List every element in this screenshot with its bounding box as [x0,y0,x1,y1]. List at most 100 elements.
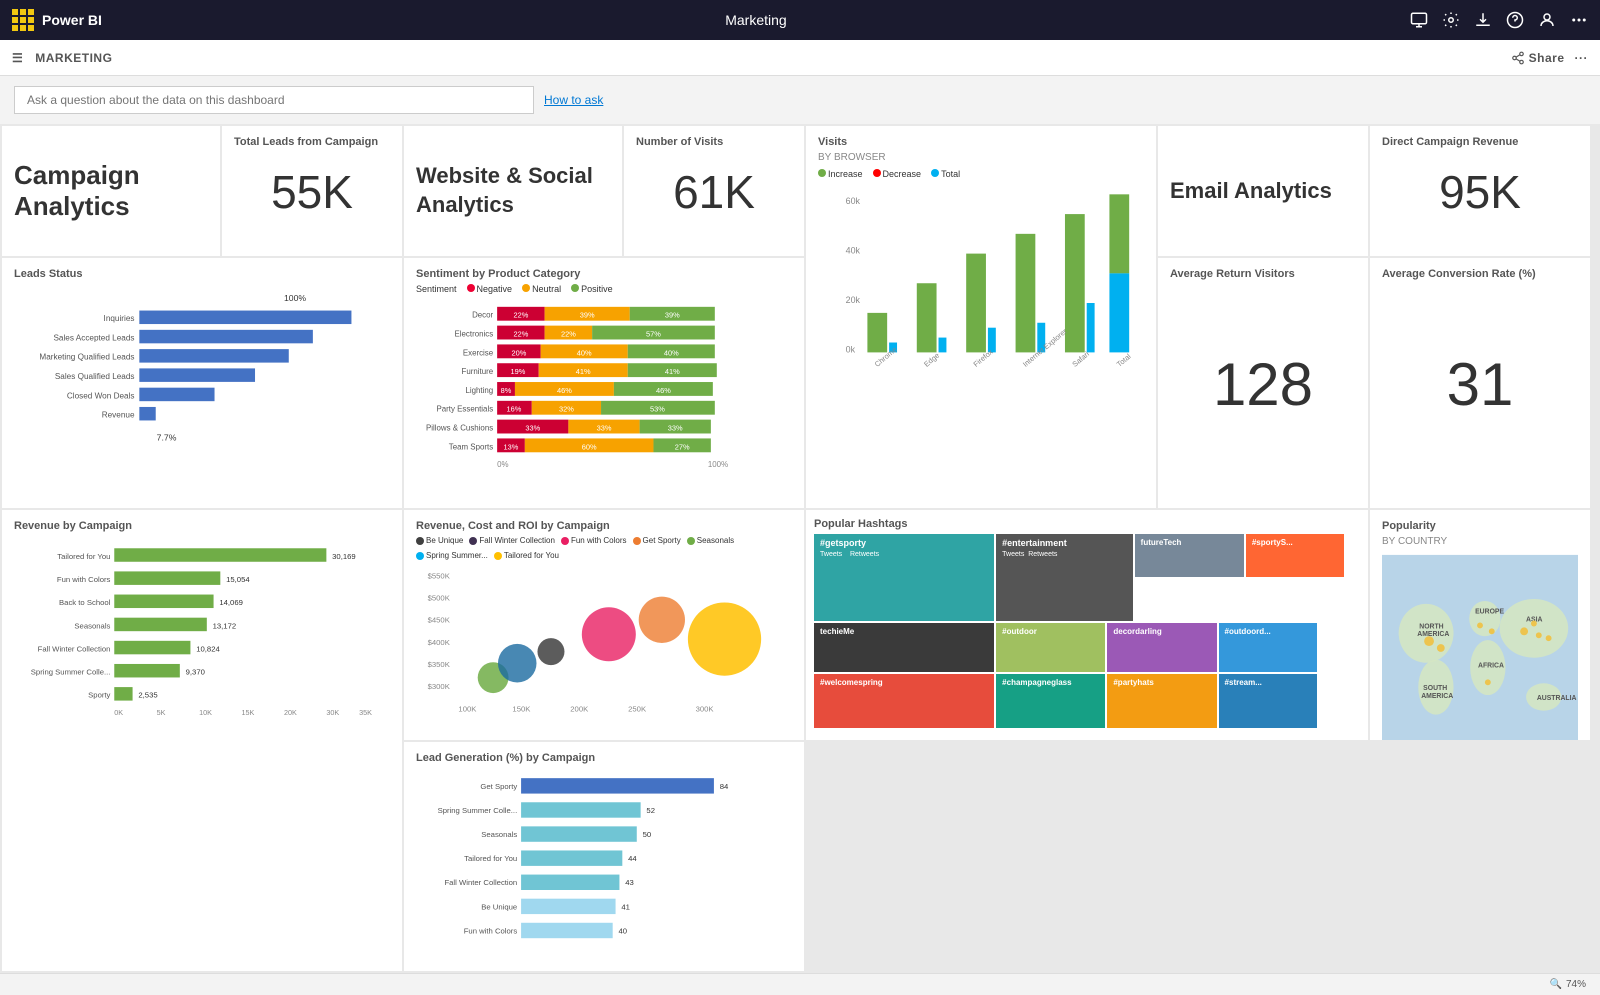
hashtag-outdoord: #outdoord... [1219,623,1317,672]
account-icon[interactable] [1538,11,1556,29]
leads-status-title: Leads Status [14,268,390,280]
settings-icon[interactable] [1442,11,1460,29]
hashtag-partyhats: #partyhats [1107,674,1216,728]
avg-return-title: Average Return Visitors [1170,268,1356,280]
svg-text:$500K: $500K [428,594,451,603]
hashtag-getsporty: #getsportyTweets Retweets [814,534,994,621]
qa-input[interactable] [14,86,534,114]
website-social-tile: Website & Social Analytics [404,126,622,256]
number-visits-tile: Number of Visits 61K [624,126,804,256]
svg-text:$350K: $350K [428,660,451,669]
svg-text:10K: 10K [199,708,212,717]
waffle-icon[interactable] [12,9,34,31]
svg-text:50: 50 [643,830,652,839]
email-analytics-tile: Email Analytics [1158,126,1368,256]
svg-text:SOUTH: SOUTH [1423,685,1447,692]
visits-legend: Increase Decrease Total [818,169,1144,179]
svg-text:39%: 39% [665,311,680,320]
roi-legend: Be Unique Fall Winter Collection Fun wit… [416,536,792,560]
svg-text:Seasonals: Seasonals [74,621,110,630]
share-button[interactable]: Share [1511,51,1565,65]
svg-text:$300K: $300K [428,682,451,691]
svg-text:13%: 13% [504,442,519,451]
help-icon[interactable] [1506,11,1524,29]
hashtag-champagneglass: #champagneglass [996,674,1105,728]
svg-text:30K: 30K [326,708,339,717]
zoom-level: 74% [1566,979,1586,990]
svg-text:Team Sports: Team Sports [449,442,493,451]
popularity-subtitle: BY COUNTRY [1382,536,1578,547]
leads-status-chart: 100% Inquiries Sales Accepted Leads Mark… [14,284,390,474]
svg-text:22%: 22% [513,330,528,339]
svg-text:13,172: 13,172 [213,621,237,630]
svg-text:Tailored for You: Tailored for You [464,854,517,863]
svg-text:100%: 100% [284,293,306,303]
top-nav: Power BI Marketing [0,0,1600,40]
svg-text:33%: 33% [668,424,683,433]
direct-campaign-revenue-tile: Direct Campaign Revenue 95K [1370,126,1590,256]
number-visits-title: Number of Visits [636,136,792,148]
avg-conversion-tile: Average Conversion Rate (%) 31 [1370,258,1590,508]
svg-text:0k: 0k [846,344,856,354]
svg-text:200K: 200K [570,704,589,713]
visits-subtitle: BY BROWSER [818,152,1144,163]
svg-text:22%: 22% [561,330,576,339]
hashtag-techieME: techieMe [814,623,994,672]
sub-nav: ☰ MARKETING Share ··· [0,40,1600,76]
share-label: Share [1529,51,1565,65]
how-to-ask-link[interactable]: How to ask [544,93,603,107]
svg-text:Revenue: Revenue [102,411,135,420]
svg-text:Sporty: Sporty [88,691,110,700]
svg-text:8%: 8% [501,386,512,395]
svg-text:Lighting: Lighting [465,386,493,395]
more-icon[interactable] [1570,11,1588,29]
zoom-icon: 🔍 [1550,979,1562,990]
dcr-value: 95K [1382,152,1578,232]
hashtags-treemap: #getsportyTweets Retweets #entertainment… [814,534,1360,728]
svg-text:Get Sporty: Get Sporty [480,782,517,791]
rbc-title: Revenue by Campaign [14,520,390,532]
svg-text:Fun with Colors: Fun with Colors [464,926,518,935]
svg-text:15K: 15K [242,708,255,717]
download-icon[interactable] [1474,11,1492,29]
svg-text:39%: 39% [580,311,595,320]
svg-text:EUROPE: EUROPE [1475,609,1504,616]
svg-text:22%: 22% [513,311,528,320]
campaign-analytics-tile: Campaign Analytics [2,126,220,256]
svg-text:32%: 32% [559,405,574,414]
svg-text:$450K: $450K [428,616,451,625]
svg-text:20%: 20% [511,348,526,357]
lead-gen-chart: Get Sporty 84 Spring Summer Colle... 52 … [416,768,792,958]
svg-text:35K: 35K [359,708,372,717]
page-title: Marketing [102,12,1410,28]
avg-conversion-title: Average Conversion Rate (%) [1382,268,1578,280]
hashtag-welcomespring: #welcomespring [814,674,994,728]
svg-text:Closed Won Deals: Closed Won Deals [67,391,135,400]
svg-text:40: 40 [618,926,627,935]
display-icon[interactable] [1410,11,1428,29]
svg-text:52: 52 [646,806,655,815]
visits-title: Visits [818,136,1144,148]
number-visits-value: 61K [636,152,792,232]
svg-text:41%: 41% [576,367,591,376]
svg-text:AFRICA: AFRICA [1478,663,1504,670]
svg-text:Fall Winter Collection: Fall Winter Collection [444,878,517,887]
dcr-title: Direct Campaign Revenue [1382,136,1578,148]
hamburger-icon[interactable]: ☰ [12,51,23,65]
svg-text:Pillows & Cushions: Pillows & Cushions [426,424,493,433]
popular-hashtags-tile: Popular Hashtags #getsportyTweets Retwee… [806,510,1368,740]
svg-text:46%: 46% [557,386,572,395]
section-title: MARKETING [35,51,112,65]
svg-text:0K: 0K [114,708,123,717]
qa-bar: How to ask [0,76,1600,124]
svg-text:250K: 250K [628,704,647,713]
rbc-chart: Tailored for You 30,169 Fun with Colors … [14,536,390,736]
sentiment-legend: Sentiment Negative Neutral Positive [416,284,792,294]
status-bar: 🔍 74% [0,973,1600,995]
lead-gen-title: Lead Generation (%) by Campaign [416,752,792,764]
svg-text:16%: 16% [507,405,522,414]
hashtag-decordarling: decordarling [1107,623,1216,672]
svg-text:Furniture: Furniture [462,367,494,376]
visits-legend-total: Total [941,169,960,179]
svg-text:53%: 53% [650,405,665,414]
